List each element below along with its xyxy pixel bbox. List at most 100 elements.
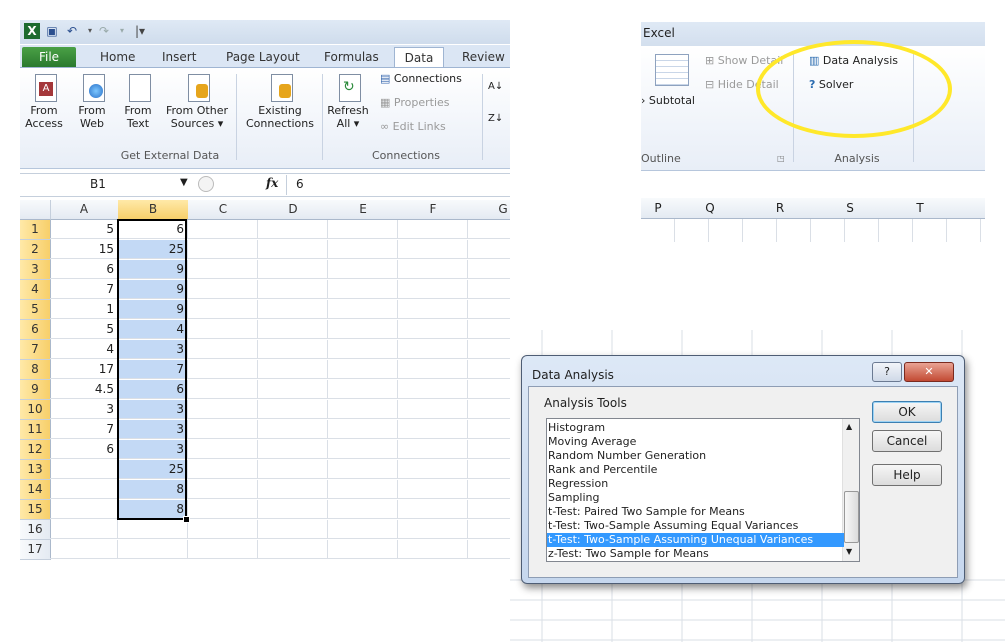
cell-d4[interactable]	[258, 280, 328, 299]
analysis-tool-item[interactable]: Moving Average	[547, 435, 844, 449]
existing-connections-button[interactable]: Existing Connections	[242, 72, 318, 130]
cell-c13[interactable]	[188, 460, 258, 479]
cell-c16[interactable]	[188, 520, 258, 539]
cell-c15[interactable]	[188, 500, 258, 519]
analysis-tools-listbox[interactable]: ▲ ▼ Histogram Moving Average Random Number…	[546, 418, 860, 562]
scroll-up-icon[interactable]: ▲	[846, 422, 852, 431]
cell-g10[interactable]	[468, 400, 510, 419]
cell-g8[interactable]	[468, 360, 510, 379]
select-all-corner[interactable]	[20, 200, 51, 220]
cell-d11[interactable]	[258, 420, 328, 439]
cell-b7[interactable]: 3	[118, 340, 188, 359]
cell-e8[interactable]	[328, 360, 398, 379]
cell-a14[interactable]	[50, 480, 118, 499]
cell-f12[interactable]	[398, 440, 468, 459]
cell-d17[interactable]	[258, 540, 328, 559]
cell-c14[interactable]	[188, 480, 258, 499]
cell-e1[interactable]	[328, 220, 398, 239]
cell-c3[interactable]	[188, 260, 258, 279]
fill-handle[interactable]	[183, 516, 190, 523]
from-web-button[interactable]: From Web	[72, 72, 112, 130]
sort-a-z-icon[interactable]: A↓	[488, 80, 503, 94]
ok-button[interactable]: OK	[872, 401, 942, 423]
edit-links-button[interactable]: ∞ Edit Links	[380, 120, 446, 134]
subtotal-button[interactable]: › Subtotal	[641, 94, 695, 108]
cell-g3[interactable]	[468, 260, 510, 279]
cell-e9[interactable]	[328, 380, 398, 399]
cell-b16[interactable]	[118, 520, 188, 539]
formula-input[interactable]: 6	[296, 177, 304, 191]
cell-a4[interactable]: 7	[50, 280, 118, 299]
cell-b8[interactable]: 7	[118, 360, 188, 379]
row-header-9[interactable]: 9	[20, 380, 51, 400]
cell-b17[interactable]	[118, 540, 188, 559]
cell-f5[interactable]	[398, 300, 468, 319]
row-header-8[interactable]: 8	[20, 360, 51, 380]
tab-review[interactable]: Review	[462, 47, 505, 67]
tab-file[interactable]: File	[22, 47, 76, 67]
column-header-c[interactable]: C	[188, 200, 259, 220]
row-header-11[interactable]: 11	[20, 420, 51, 440]
cell-b13[interactable]: 25	[118, 460, 188, 479]
cell-e11[interactable]	[328, 420, 398, 439]
cell-e16[interactable]	[328, 520, 398, 539]
row-header-17[interactable]: 17	[20, 540, 51, 560]
column-header-f[interactable]: F	[398, 200, 469, 220]
cell-a11[interactable]: 7	[50, 420, 118, 439]
cell-g14[interactable]	[468, 480, 510, 499]
cell-d9[interactable]	[258, 380, 328, 399]
cell-g11[interactable]	[468, 420, 510, 439]
cell-b2[interactable]: 25	[118, 240, 188, 259]
cell-b9[interactable]: 6	[118, 380, 188, 399]
cell-b6[interactable]: 4	[118, 320, 188, 339]
cell-f2[interactable]	[398, 240, 468, 259]
worksheet-grid[interactable]: A B C D E F G 1 5 6 2 15 25 3 6 9 4 7 9 5 1 9 6 5 4 7 4 3 8 17 7 9 4.5 6 1…	[20, 200, 510, 600]
cell-g9[interactable]	[468, 380, 510, 399]
cell-g6[interactable]	[468, 320, 510, 339]
cell-a3[interactable]: 6	[50, 260, 118, 279]
cell-c17[interactable]	[188, 540, 258, 559]
from-access-button[interactable]: A From Access	[24, 72, 64, 130]
cell-e10[interactable]	[328, 400, 398, 419]
row-header-13[interactable]: 13	[20, 460, 51, 480]
from-other-sources-button[interactable]: From Other Sources ▾	[162, 72, 232, 130]
cell-g2[interactable]	[468, 240, 510, 259]
cell-a9[interactable]: 4.5	[50, 380, 118, 399]
cell-g7[interactable]	[468, 340, 510, 359]
listbox-scrollbar[interactable]: ▲ ▼	[842, 419, 859, 561]
column-header-g[interactable]: G	[468, 200, 510, 220]
cell-f1[interactable]	[398, 220, 468, 239]
column-header-q[interactable]: Q	[675, 198, 746, 219]
tab-insert[interactable]: Insert	[162, 47, 196, 67]
cell-a1[interactable]: 5	[50, 220, 118, 239]
cell-a13[interactable]	[50, 460, 118, 479]
cell-c2[interactable]	[188, 240, 258, 259]
row-header-12[interactable]: 12	[20, 440, 51, 460]
column-header-a[interactable]: A	[50, 200, 119, 220]
row-header-14[interactable]: 14	[20, 480, 51, 500]
tab-home[interactable]: Home	[100, 47, 135, 67]
cell-b1[interactable]: 6	[118, 220, 188, 239]
cell-f11[interactable]	[398, 420, 468, 439]
column-header-r[interactable]: R	[745, 198, 816, 219]
close-icon[interactable]: ✕	[904, 362, 954, 382]
row-header-15[interactable]: 15	[20, 500, 51, 520]
cell-g13[interactable]	[468, 460, 510, 479]
redo-dropdown-icon[interactable]: ▾	[114, 23, 130, 39]
analysis-tool-item[interactable]: z-Test: Two Sample for Means	[547, 547, 844, 561]
cell-c5[interactable]	[188, 300, 258, 319]
cell-g16[interactable]	[468, 520, 510, 539]
dialog-launcher-icon[interactable]: ◳	[777, 154, 785, 163]
cell-c8[interactable]	[188, 360, 258, 379]
cell-g17[interactable]	[468, 540, 510, 559]
row-header-7[interactable]: 7	[20, 340, 51, 360]
cell-a6[interactable]: 5	[50, 320, 118, 339]
column-header-d[interactable]: D	[258, 200, 329, 220]
cell-c9[interactable]	[188, 380, 258, 399]
help-button[interactable]: Help	[872, 464, 942, 486]
tab-page-layout[interactable]: Page Layout	[226, 47, 300, 67]
redo-icon[interactable]: ↷	[96, 23, 112, 39]
row-header-10[interactable]: 10	[20, 400, 51, 420]
cell-f14[interactable]	[398, 480, 468, 499]
cell-g1[interactable]	[468, 220, 510, 239]
